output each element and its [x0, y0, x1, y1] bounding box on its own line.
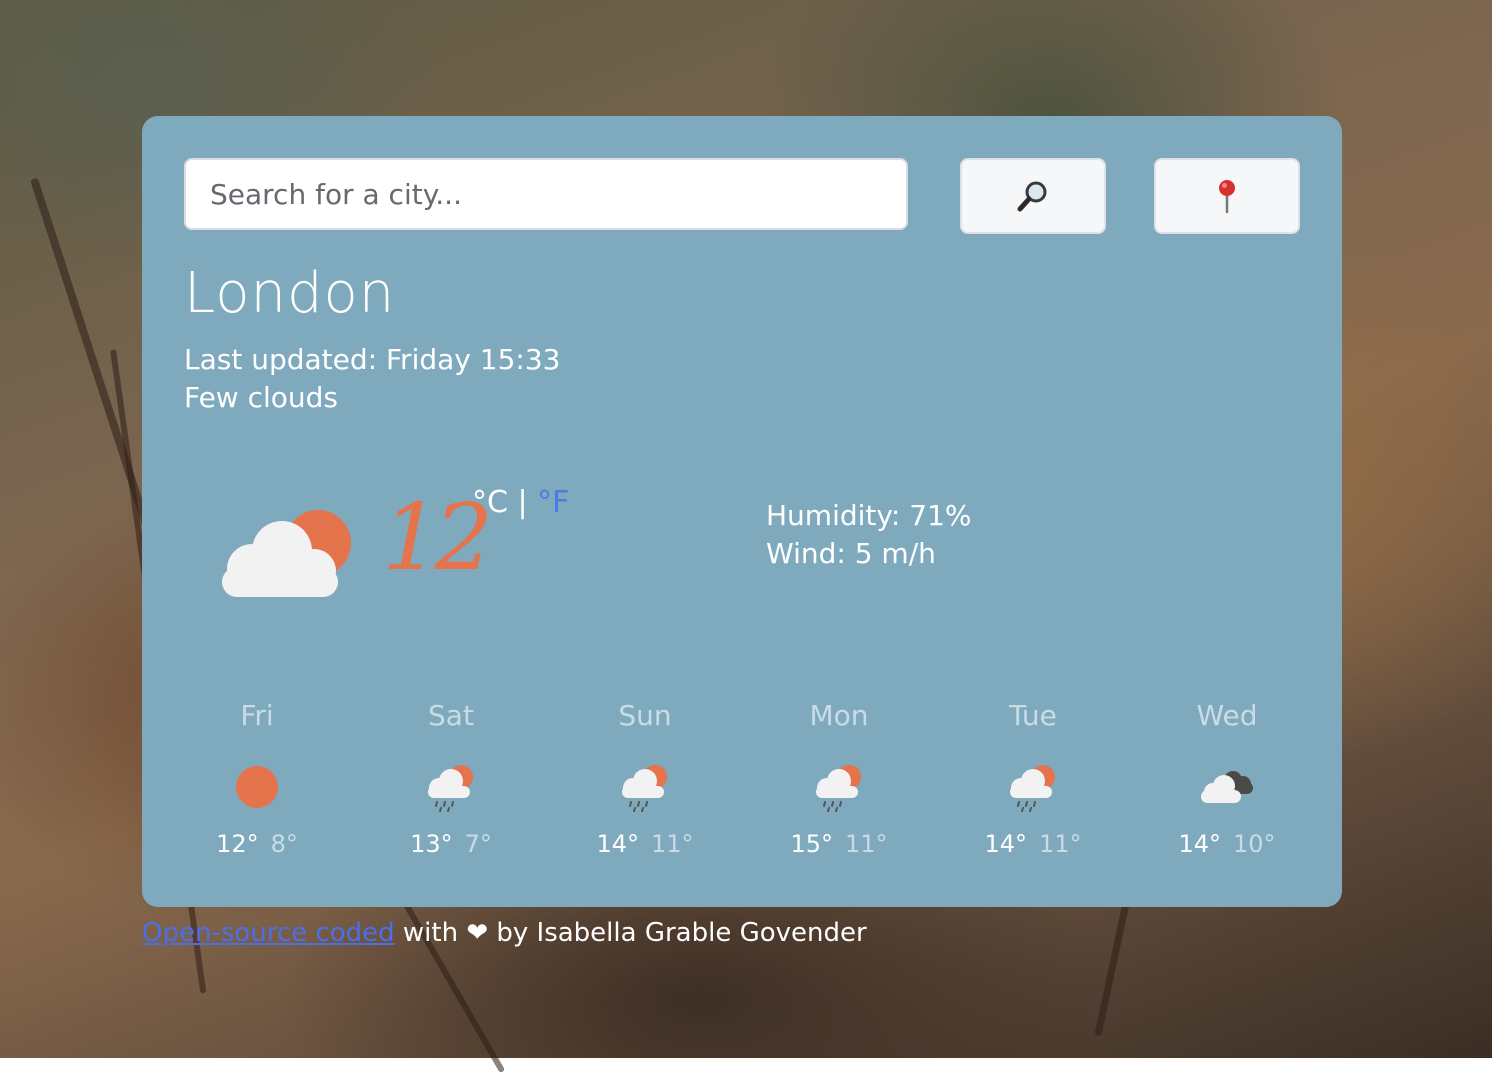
forecast-day-name: Wed: [1196, 699, 1258, 732]
forecast-min: 10°: [1233, 830, 1276, 858]
forecast-max: 13°: [410, 830, 453, 858]
broken-clouds-icon: [1197, 762, 1257, 816]
search-input[interactable]: [184, 158, 908, 230]
forecast-max: 15°: [790, 830, 833, 858]
city-name: London: [184, 261, 396, 326]
footer: Open-source coded with ❤ by Isabella Gra…: [142, 920, 867, 946]
forecast-day: Sun 14° 11°: [548, 702, 742, 872]
forecast-min: 11°: [1039, 830, 1082, 858]
open-source-link[interactable]: Open-source coded: [142, 918, 395, 948]
forecast-day-name: Sun: [618, 699, 672, 732]
sun-icon: [227, 762, 287, 816]
wind: Wind: 5 m/h: [766, 537, 936, 570]
forecast-day-name: Fri: [240, 699, 274, 732]
footer-credit: with ❤ by Isabella Grable Govender: [394, 918, 867, 948]
forecast-max: 12°: [216, 830, 259, 858]
unit-celsius[interactable]: °C: [472, 485, 508, 520]
magnifier-icon: [1017, 181, 1047, 212]
forecast-min: 7°: [464, 830, 492, 858]
forecast-day: Mon 15° 11°: [742, 702, 936, 872]
forecast-day-name: Sat: [428, 699, 474, 732]
current-location-button[interactable]: [1154, 158, 1300, 234]
forecast-day: Fri 12° 8°: [160, 702, 354, 872]
forecast-max: 14°: [1178, 830, 1221, 858]
rain-sun-icon: [421, 762, 481, 816]
forecast-day: Tue 14° 11°: [936, 702, 1130, 872]
few-clouds-icon: [218, 509, 354, 605]
forecast-day-name: Mon: [809, 699, 869, 732]
unit-fahrenheit[interactable]: °F: [537, 485, 569, 520]
weather-description: Few clouds: [184, 381, 339, 414]
unit-toggle: °C | °F: [472, 488, 569, 518]
forecast-day: Sat 13° 7°: [354, 702, 548, 872]
weather-card: London Last updated: Friday 15:33 Few cl…: [142, 116, 1342, 907]
forecast-min: 11°: [845, 830, 888, 858]
last-updated: Last updated: Friday 15:33: [184, 343, 561, 376]
rain-sun-icon: [1003, 762, 1063, 816]
rain-sun-icon: [615, 762, 675, 816]
humidity: Humidity: 71%: [766, 499, 972, 532]
forecast-day-name: Tue: [1009, 699, 1057, 732]
search-button[interactable]: [960, 158, 1106, 234]
rain-sun-icon: [809, 762, 869, 816]
forecast-max: 14°: [984, 830, 1027, 858]
pushpin-icon: [1219, 180, 1235, 214]
forecast-min: 8°: [270, 830, 298, 858]
forecast-min: 11°: [651, 830, 694, 858]
unit-separator: |: [507, 485, 538, 520]
forecast-max: 14°: [596, 830, 639, 858]
forecast-day: Wed 14° 10°: [1130, 702, 1324, 872]
forecast-row: Fri 12° 8° Sat 13° 7° Sun 14° 11° Mon 15…: [160, 702, 1324, 872]
